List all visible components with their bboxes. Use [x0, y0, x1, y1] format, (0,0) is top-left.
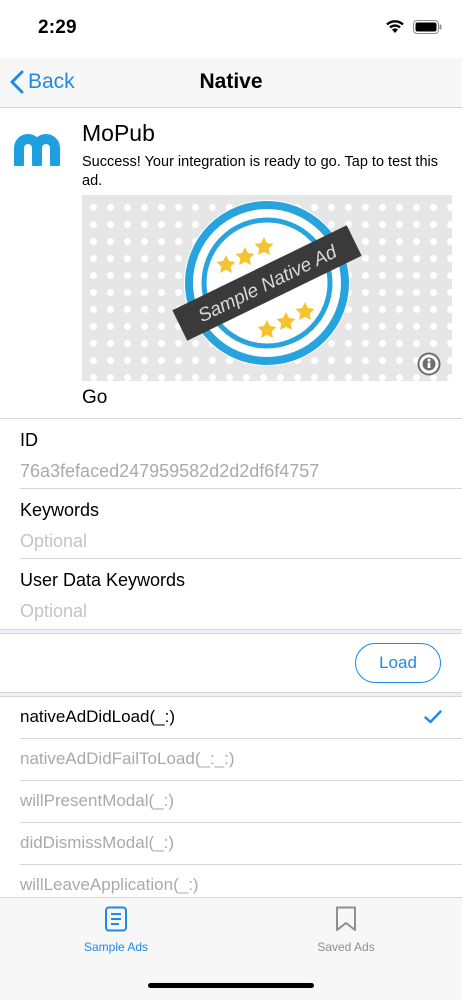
callback-label: didDismissModal(_:) — [20, 833, 174, 852]
tab-label: Sample Ads — [83, 940, 149, 954]
callback-row: nativeAdDidFailToLoad(_:_:) — [0, 739, 462, 781]
wifi-icon — [386, 20, 404, 33]
status-bar: 2:29 — [0, 0, 462, 58]
user-data-keywords-row: User Data Keywords — [0, 560, 462, 629]
tab-saved-ads[interactable]: Saved Ads — [271, 906, 421, 956]
home-indicator — [148, 983, 314, 988]
status-icons — [385, 19, 442, 34]
sample-ad-badge: Sample Native Ad — [172, 200, 362, 366]
callback-label: nativeAdDidFailToLoad(_:_:) — [20, 749, 235, 768]
document-list-icon — [105, 906, 127, 932]
ad-cta-label[interactable]: Go — [82, 387, 107, 409]
navigation-bar: Back Native — [0, 58, 462, 108]
keywords-field[interactable] — [20, 531, 440, 552]
callback-label: nativeAdDidLoad(_:) — [20, 707, 175, 726]
callback-row: willPresentModal(_:) — [0, 781, 462, 823]
user-data-keywords-label: User Data Keywords — [20, 570, 186, 590]
checkmark-icon — [424, 710, 442, 724]
user-data-keywords-field[interactable] — [20, 601, 440, 622]
callback-row: nativeAdDidLoad(_:) — [0, 697, 462, 739]
ad-unit-id-field[interactable] — [20, 461, 440, 482]
mopub-logo-icon — [14, 134, 60, 166]
keywords-row: Keywords — [0, 490, 462, 559]
privacy-info-icon[interactable] — [417, 352, 441, 376]
status-time: 2:29 — [38, 17, 77, 38]
bookmark-icon — [336, 906, 356, 931]
ad-title: MoPub — [82, 120, 155, 146]
callback-label: willLeaveApplication(_:) — [20, 875, 199, 894]
id-label: ID — [20, 430, 38, 450]
load-button[interactable]: Load — [355, 643, 441, 683]
callback-label: willPresentModal(_:) — [20, 791, 174, 810]
ad-main-image[interactable]: Sample Native Ad — [82, 195, 452, 381]
callback-row: didDismissModal(_:) — [0, 823, 462, 865]
native-ad-card[interactable]: MoPub Success! Your integration is ready… — [0, 108, 462, 419]
keywords-label: Keywords — [20, 500, 100, 520]
ad-body-text: Success! Your integration is ready to go… — [82, 154, 439, 189]
tab-label: Saved Ads — [317, 940, 375, 954]
ad-unit-id-row: ID — [0, 420, 462, 489]
battery-icon — [413, 19, 442, 34]
page-title: Native — [199, 70, 263, 93]
tab-sample-ads[interactable]: Sample Ads — [41, 906, 191, 956]
